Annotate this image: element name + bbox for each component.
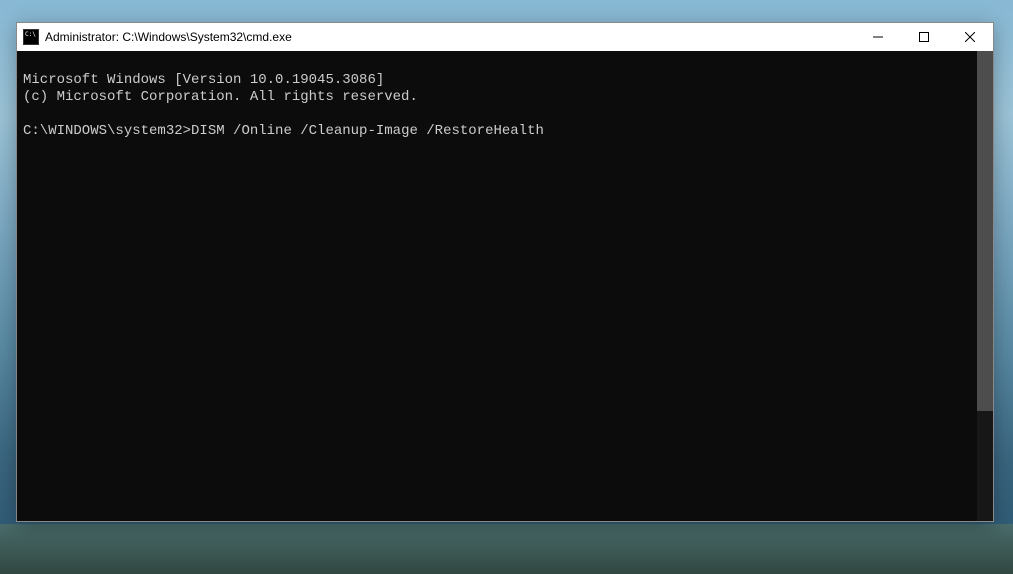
- vertical-scrollbar[interactable]: [977, 51, 993, 521]
- terminal-command: DISM /Online /Cleanup-Image /RestoreHeal…: [191, 123, 544, 139]
- terminal-output-line: Microsoft Windows [Version 10.0.19045.30…: [23, 72, 384, 88]
- scrollbar-thumb[interactable]: [977, 51, 993, 411]
- terminal-prompt: C:\WINDOWS\system32>: [23, 123, 191, 139]
- terminal-output-line: (c) Microsoft Corporation. All rights re…: [23, 89, 418, 105]
- terminal-content[interactable]: Microsoft Windows [Version 10.0.19045.30…: [17, 51, 977, 521]
- maximize-button[interactable]: [901, 23, 947, 51]
- minimize-button[interactable]: [855, 23, 901, 51]
- terminal-body[interactable]: Microsoft Windows [Version 10.0.19045.30…: [17, 51, 993, 521]
- close-button[interactable]: [947, 23, 993, 51]
- desktop-background: [0, 524, 1013, 574]
- titlebar[interactable]: Administrator: C:\Windows\System32\cmd.e…: [17, 23, 993, 51]
- cmd-window: Administrator: C:\Windows\System32\cmd.e…: [16, 22, 994, 522]
- cmd-icon: [23, 29, 39, 45]
- window-title: Administrator: C:\Windows\System32\cmd.e…: [45, 30, 855, 44]
- window-controls: [855, 23, 993, 51]
